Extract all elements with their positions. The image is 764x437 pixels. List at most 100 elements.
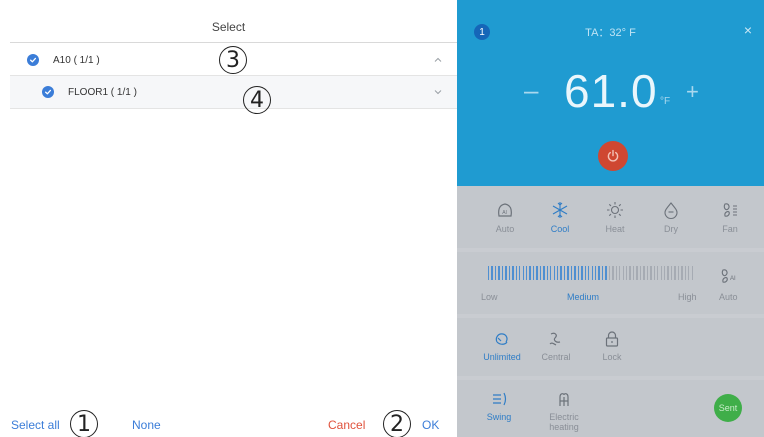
row-divider — [10, 108, 457, 109]
mode-dry-button[interactable]: Dry — [646, 200, 696, 234]
fan-speed-tick — [646, 266, 649, 280]
select-title: Select — [211, 20, 246, 34]
tree-row-label: A10 ( 1/1 ) — [53, 54, 100, 66]
fan-speed-tick — [505, 266, 507, 280]
fan-speed-tick — [501, 266, 504, 280]
fan-speed-tick — [588, 266, 590, 280]
fan-speed-tick — [670, 266, 673, 280]
tree-row-label: FLOOR1 ( 1/1 ) — [68, 86, 137, 98]
fan-speed-tick — [643, 266, 645, 280]
fan-speed-tick — [636, 266, 638, 280]
fan-speed-tick — [632, 266, 635, 280]
fan-speed-tick — [594, 266, 597, 280]
extra-label: Electric heating — [549, 412, 579, 432]
chevron-up-icon[interactable] — [433, 55, 443, 65]
select-all-link[interactable]: Select all — [11, 418, 60, 432]
checkbox-checked-icon[interactable] — [42, 86, 54, 98]
fan-speed-tick — [553, 266, 555, 280]
fan-speed-tick — [539, 266, 542, 280]
fan-speed-tick — [615, 266, 618, 280]
auto-mode-icon: AI — [498, 203, 512, 217]
checkbox-checked-icon[interactable] — [27, 54, 39, 66]
unlimited-icon — [495, 333, 508, 345]
fan-speed-tick — [605, 266, 607, 280]
fan-speed-tick — [591, 266, 593, 280]
mode-label: Auto — [495, 224, 515, 234]
fan-speed-tick — [570, 266, 573, 280]
temperature-unit: °F — [660, 96, 671, 107]
fan-speed-tick — [601, 266, 604, 280]
svg-text:AI: AI — [730, 276, 736, 282]
fan-speed-tick — [660, 266, 662, 280]
chevron-down-icon[interactable] — [433, 87, 443, 97]
fan-speed-tick — [536, 266, 538, 280]
fan-speed-tick — [657, 266, 659, 280]
increase-temp-button[interactable]: + — [686, 79, 699, 105]
fan-speed-tick — [663, 266, 666, 280]
fan-speed-tick — [584, 266, 586, 280]
none-link[interactable]: None — [132, 418, 161, 432]
annotation-2: 2 — [383, 410, 411, 437]
fan-speed-tick — [598, 266, 600, 280]
fan-speed-tick — [612, 266, 614, 280]
fan-speed-tick — [525, 266, 528, 280]
power-button[interactable] — [598, 141, 628, 171]
ambient-temperature: TA：32° F — [585, 27, 636, 39]
control-mode-label: Unlimited — [483, 352, 521, 362]
fan-speed-tick — [626, 266, 628, 280]
annotation-1: 1 — [70, 410, 98, 437]
temperature-header: 1 TA：32° F × – 61.0 °F + — [457, 0, 764, 186]
cancel-link[interactable]: Cancel — [328, 418, 365, 432]
fan-speed-tick — [529, 266, 531, 280]
mode-cool-button[interactable]: Cool — [535, 200, 585, 234]
swing-button[interactable]: Swing — [471, 390, 527, 422]
annotation-4: 4 — [243, 86, 271, 114]
fan-auto-icon[interactable]: AI — [719, 267, 739, 285]
extra-label: Swing — [486, 412, 512, 422]
fan-speed-tick — [629, 266, 631, 280]
fan-speed-track[interactable] — [488, 266, 695, 280]
fan-speed-tick — [546, 266, 549, 280]
droplet-icon — [664, 202, 678, 220]
unlimited-button[interactable]: Unlimited — [477, 330, 527, 362]
mode-label: Heat — [605, 224, 625, 234]
annotation-3: 3 — [219, 46, 247, 74]
speed-high-label: High — [678, 292, 697, 302]
fan-speed-tick — [608, 266, 611, 280]
ac-control-panel: 1 TA：32° F × – 61.0 °F + AI Auto Cool He… — [457, 0, 764, 437]
snowflake-icon — [552, 202, 568, 218]
lock-button[interactable]: Lock — [587, 330, 637, 362]
fan-speed-tick — [543, 266, 545, 280]
fan-speed-tick — [650, 266, 652, 280]
send-button[interactable]: Sent — [714, 394, 742, 422]
select-panel: Select A10 ( 1/1 ) FLOOR1 ( 1/1 ) 3 4 Se… — [0, 0, 457, 437]
mode-fan-button[interactable]: Fan — [705, 200, 755, 234]
fan-speed-tick — [684, 266, 687, 280]
fan-speed-tick — [688, 266, 690, 280]
fan-speed-tick — [532, 266, 535, 280]
speed-auto-label: Auto — [719, 292, 738, 302]
mode-heat-button[interactable]: Heat — [590, 200, 640, 234]
ok-link[interactable]: OK — [422, 418, 439, 432]
fan-speed-tick — [498, 266, 500, 280]
speed-medium-label: Medium — [567, 292, 600, 302]
control-mode-selector: Unlimited Central Lock — [457, 318, 764, 376]
fan-speed-tick — [494, 266, 497, 280]
electric-heating-button[interactable]: Electric heating — [536, 390, 592, 432]
central-icon — [549, 332, 561, 346]
mode-auto-button[interactable]: AI Auto — [480, 200, 530, 234]
decrease-temp-button[interactable]: – — [524, 75, 538, 106]
fan-speed-tick — [550, 266, 552, 280]
fan-speed-slider[interactable]: Low Medium High AI Auto — [457, 252, 764, 314]
close-icon[interactable]: × — [744, 22, 752, 38]
fan-speed-tick — [488, 266, 490, 280]
tree-row-floor1[interactable]: FLOOR1 ( 1/1 ) — [10, 76, 457, 108]
fan-speed-tick — [674, 266, 676, 280]
fan-speed-tick — [560, 266, 562, 280]
power-icon — [607, 149, 619, 162]
control-mode-label: Lock — [602, 352, 622, 362]
lock-icon — [605, 331, 619, 347]
central-button[interactable]: Central — [531, 330, 581, 362]
mode-selector: AI Auto Cool Heat Dry Fan — [457, 186, 764, 248]
fan-speed-tick — [508, 266, 511, 280]
